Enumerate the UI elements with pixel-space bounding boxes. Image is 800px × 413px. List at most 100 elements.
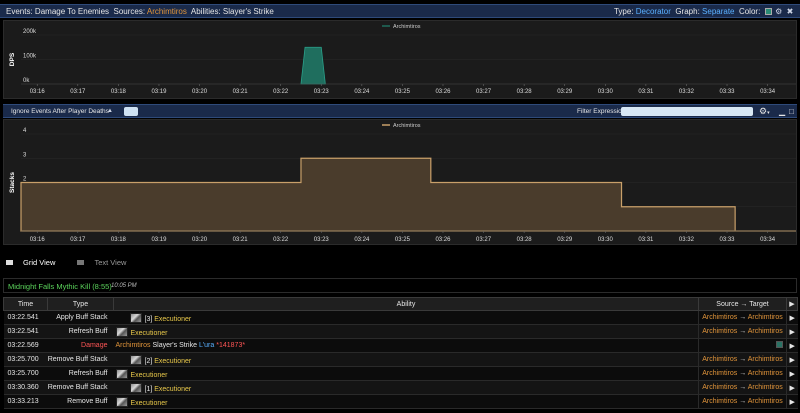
x-tick-label: 03:19 (151, 237, 167, 243)
header-source-target[interactable]: Source → Target (698, 297, 787, 311)
gear-icon[interactable]: ⚙ (775, 7, 783, 16)
x-tick-label: 03:33 (720, 89, 736, 95)
play-icon[interactable]: ▶ (786, 297, 798, 311)
ability-name[interactable]: Executioner (131, 330, 168, 337)
y-tick-label: 100k (23, 54, 37, 60)
x-tick-label: 03:23 (314, 237, 330, 243)
target-name[interactable]: Archimtiros (748, 314, 783, 321)
tab-grid-view[interactable]: Grid View (6, 258, 65, 267)
expand-arrow-icon[interactable]: ▶ (786, 324, 798, 339)
color-swatch[interactable] (764, 8, 772, 15)
target-name[interactable]: Archimtiros (748, 384, 783, 391)
damage-target[interactable]: L'ura (199, 342, 214, 349)
expand-arrow-icon[interactable]: ▶ (786, 380, 798, 395)
expand-arrow-icon[interactable]: ▶ (786, 352, 798, 367)
close-icon[interactable]: ✖ (786, 7, 794, 16)
y-tick-label: 0k (23, 78, 30, 84)
row-source-target: Archimtiros → Archimtiros (698, 394, 787, 409)
expand-arrow-icon[interactable]: ▶ (786, 366, 798, 381)
ability-name[interactable]: Executioner (131, 400, 168, 407)
x-tick-label: 03:24 (354, 89, 370, 95)
series-area-archimtiros (300, 46, 326, 85)
source-name[interactable]: Archimtiros (702, 328, 737, 335)
target-name[interactable]: Archimtiros (748, 356, 783, 363)
expand-arrow-icon[interactable]: ▶ (786, 338, 798, 353)
table-row[interactable]: 03:22.569 Damage Archimtiros Slayer's St… (3, 338, 798, 353)
event-filter-bar: Events: Damage To Enemies Sources: Archi… (0, 4, 800, 18)
source-name[interactable]: Archimtiros (702, 398, 737, 405)
maximize-icon[interactable]: □ (789, 107, 794, 116)
y-tick-label: 2 (23, 177, 27, 183)
row-ability: Executioner (113, 366, 699, 381)
x-tick-label: 03:21 (233, 89, 249, 95)
x-tick-label: 03:25 (395, 237, 411, 243)
expand-arrow-icon[interactable]: ▶ (786, 310, 798, 325)
ability-name[interactable]: Executioner (154, 358, 191, 365)
stacks-chart-panel: 0123403:1603:1703:1803:1903:2003:2103:22… (3, 119, 797, 245)
grid-view-label: Grid View (23, 258, 56, 267)
row-source-target: Archimtiros → Archimtiros (698, 366, 787, 381)
row-ability: [1] Executioner (113, 380, 699, 395)
row-ability: [3] Executioner (113, 310, 699, 325)
tab-text-view[interactable]: Text View (77, 258, 136, 267)
table-row[interactable]: 03:33.213 Remove Buff Executioner Archim… (3, 394, 798, 409)
minimize-icon[interactable]: ▁ (779, 107, 785, 116)
ignore-deaths-label[interactable]: Ignore Events After Player Deaths (11, 108, 109, 115)
table-row[interactable]: 03:25.700 Remove Buff Stack [2] Executio… (3, 352, 798, 367)
ability-name[interactable]: Executioner (154, 316, 191, 323)
target-name[interactable]: Archimtiros (748, 328, 783, 335)
x-tick-label: 03:20 (192, 237, 208, 243)
ability-name[interactable]: Executioner (131, 372, 168, 379)
fight-name[interactable]: Midnight Falls Mythic Kill (8:55) (8, 282, 112, 291)
filter-expression-label: Filter Expression (577, 108, 626, 115)
source-name[interactable]: Archimtiros (702, 356, 737, 363)
sources-value[interactable]: Archimtiros (147, 7, 187, 16)
stack-count: [2] (144, 357, 153, 365)
x-tick-label: 03:28 (517, 89, 533, 95)
y-tick-label: 4 (23, 128, 27, 134)
header-ability[interactable]: Ability (113, 297, 699, 311)
filter-expression-input[interactable] (621, 107, 753, 116)
table-row[interactable]: 03:30.360 Remove Buff Stack [1] Executio… (3, 380, 798, 395)
damage-source[interactable]: Archimtiros (116, 342, 151, 349)
legend-label: Archimtiros (393, 24, 421, 30)
target-name[interactable]: Archimtiros (748, 398, 783, 405)
source-name[interactable]: Archimtiros (702, 314, 737, 321)
header-type[interactable]: Type (47, 297, 114, 311)
ignore-deaths-toggle[interactable] (124, 107, 138, 116)
row-type: Refresh Buff (47, 324, 114, 339)
expand-arrow-icon[interactable]: ▶ (786, 394, 798, 409)
graph-value[interactable]: Separate (702, 7, 734, 16)
settings-gear-icon[interactable]: ⚙▾ (759, 106, 770, 117)
executioner-icon (129, 354, 142, 365)
table-row[interactable]: 03:22.541 Apply Buff Stack [3] Execution… (3, 310, 798, 325)
x-tick-label: 03:18 (111, 89, 127, 95)
stacks-chart[interactable]: 0123403:1603:1703:1803:1903:2003:2103:22… (4, 120, 798, 246)
x-tick-label: 03:26 (435, 237, 451, 243)
events-value[interactable]: Damage To Enemies (35, 7, 109, 16)
table-row[interactable]: 03:25.700 Refresh Buff Executioner Archi… (3, 366, 798, 381)
row-ability: [2] Executioner (113, 352, 699, 367)
x-tick-label: 03:27 (476, 237, 492, 243)
type-value[interactable]: Decorator (636, 7, 671, 16)
arrow: → (739, 328, 747, 335)
source-name[interactable]: Archimtiros (702, 384, 737, 391)
damage-spell[interactable]: Slayer's Strike (152, 342, 197, 349)
header-time[interactable]: Time (3, 297, 48, 311)
x-tick-label: 03:31 (638, 89, 654, 95)
table-row[interactable]: 03:22.541 Refresh Buff Executioner Archi… (3, 324, 798, 339)
dps-chart[interactable]: 0k 100k 200k 03:16 03:17 03:18 03:19 03:20 03:21… (4, 21, 798, 100)
abilities-value[interactable]: Slayer's Strike (223, 7, 274, 16)
table-header-row: Time Type Ability Source → Target ▶ (3, 297, 798, 311)
x-tick-label: 03:17 (70, 237, 86, 243)
abilities-label: Abilities: (190, 7, 221, 16)
y-axis-title: Stacks (9, 172, 16, 193)
row-time: 03:30.360 (3, 380, 48, 395)
ability-name[interactable]: Executioner (154, 386, 191, 393)
row-ability: Executioner (113, 324, 699, 339)
caret-up-icon[interactable]: ▲ (107, 108, 113, 114)
x-tick-label: 03:33 (720, 237, 736, 243)
x-tick-label: 03:16 (30, 89, 46, 95)
target-name[interactable]: Archimtiros (748, 370, 783, 377)
source-name[interactable]: Archimtiros (702, 370, 737, 377)
